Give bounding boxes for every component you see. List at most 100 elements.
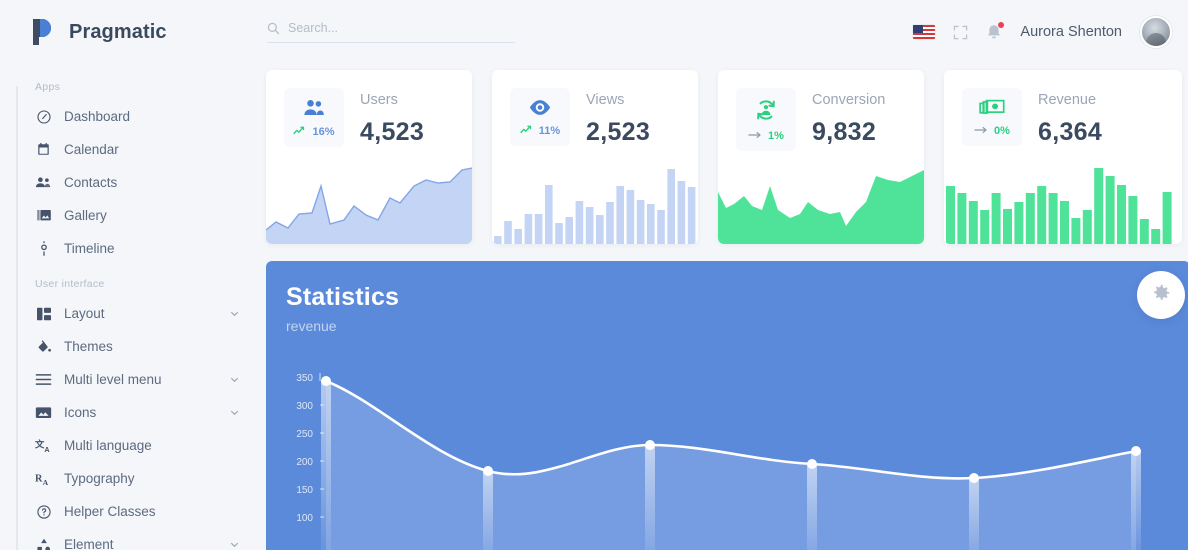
sidebar-item-label: Icons — [64, 405, 97, 420]
card-value: 4,523 — [360, 118, 425, 146]
sidebar-item-icons[interactable]: Icons — [0, 396, 262, 429]
sidebar-group-title-user-interface: User interface — [35, 278, 105, 290]
menu-lines-icon — [35, 371, 52, 388]
user-name[interactable]: Aurora Shenton — [1020, 24, 1122, 40]
sidebar-item-gallery[interactable]: Gallery — [0, 199, 262, 232]
svg-text:150: 150 — [296, 485, 313, 496]
paint-bucket-icon — [35, 338, 52, 355]
users-icon — [303, 99, 325, 117]
sidebar-item-label: Contacts — [64, 175, 118, 190]
card-head: 0% Revenue 6,364 — [944, 70, 1182, 147]
svg-text:A: A — [44, 444, 50, 453]
chevron-down-icon[interactable] — [229, 539, 240, 550]
sidebar-item-contacts[interactable]: Contacts — [0, 166, 262, 199]
card-head: 1% Conversion 9,832 — [718, 70, 924, 151]
chart-area-fill — [326, 381, 1136, 550]
sidebar-item-calendar[interactable]: Calendar — [0, 133, 262, 166]
stat-cards-row: 16% Users 4,523 11% Views 2,523 1% Conve… — [264, 64, 1188, 244]
bell-icon[interactable] — [986, 21, 1005, 41]
chevron-down-icon[interactable] — [229, 374, 240, 385]
sidebar-item-timeline[interactable]: Timeline — [0, 232, 262, 265]
avatar[interactable] — [1140, 16, 1172, 48]
typography-icon: R A — [35, 470, 52, 487]
notification-dot — [998, 21, 1005, 28]
sidebar-item-helper-classes[interactable]: Helper Classes — [0, 495, 262, 528]
stat-card-users[interactable]: 16% Users 4,523 — [266, 70, 472, 244]
arrow-right-icon — [748, 130, 762, 142]
svg-text:100: 100 — [296, 513, 313, 524]
element-icon — [35, 536, 52, 550]
search-input[interactable] — [288, 21, 488, 35]
svg-text:R: R — [35, 473, 43, 484]
sidebar-item-themes[interactable]: Themes — [0, 330, 262, 363]
topbar-actions: Aurora Shenton — [913, 16, 1172, 48]
card-badge: 11% — [510, 88, 570, 146]
card-delta-value: 11% — [538, 125, 561, 137]
search-icon — [267, 22, 280, 35]
card-title: Conversion — [812, 92, 886, 108]
conversion-icon — [754, 99, 778, 121]
sidebar-item-dashboard[interactable]: Dashboard — [0, 100, 262, 133]
arrow-right-icon — [974, 125, 988, 137]
card-badge: 1% — [736, 88, 796, 151]
sidebar-item-element[interactable]: Element — [0, 528, 262, 550]
chevron-down-icon[interactable] — [229, 308, 240, 319]
trend-up-icon — [293, 126, 306, 138]
gear-icon — [1150, 282, 1172, 309]
card-delta-value: 1% — [768, 130, 784, 142]
sidebar-item-label: Helper Classes — [64, 504, 156, 519]
y-axis: 350 300 250 200 150 100 — [296, 373, 324, 524]
card-head: 16% Users 4,523 — [266, 70, 472, 147]
question-circle-icon — [35, 503, 52, 520]
sidebar-item-layout[interactable]: Layout — [0, 297, 262, 330]
search-bar[interactable] — [267, 21, 515, 43]
contacts-icon — [35, 174, 52, 191]
svg-text:文: 文 — [35, 438, 45, 449]
statistics-subtitle: revenue — [286, 318, 337, 334]
card-title: Views — [586, 92, 625, 108]
image-icon — [35, 404, 52, 421]
us-flag-icon[interactable] — [913, 25, 936, 39]
app-root: Pragmatic Apps Dashboard Calendar Contac… — [0, 0, 1188, 550]
pragmatic-p-logo-icon — [30, 17, 56, 47]
svg-text:300: 300 — [296, 401, 313, 412]
money-icon — [979, 99, 1005, 116]
card-badge: 0% — [962, 88, 1022, 146]
sidebar-item-label: Multi level menu — [64, 372, 162, 387]
card-sparkline-area — [266, 158, 472, 244]
brand[interactable]: Pragmatic — [0, 0, 262, 64]
statistics-title: Statistics — [286, 283, 400, 311]
sidebar-item-multi-language[interactable]: 文 A Multi language — [0, 429, 262, 462]
card-delta: 11% — [520, 125, 560, 137]
translate-icon: 文 A — [35, 437, 52, 454]
sidebar-item-label: Timeline — [64, 241, 115, 256]
svg-text:200: 200 — [296, 457, 313, 468]
card-title: Revenue — [1038, 92, 1097, 108]
card-bar-chart — [492, 158, 698, 244]
card-delta-value: 16% — [312, 126, 335, 138]
card-value: 6,364 — [1038, 118, 1103, 146]
sidebar-item-label: Calendar — [64, 142, 119, 157]
card-badge: 16% — [284, 88, 344, 147]
sidebar-item-multi-level-menu[interactable]: Multi level menu — [0, 363, 262, 396]
gallery-icon — [35, 207, 52, 224]
timeline-icon — [35, 240, 52, 257]
calendar-icon — [35, 141, 52, 158]
eye-icon — [528, 99, 552, 116]
stat-card-views[interactable]: 11% Views 2,523 — [492, 70, 698, 244]
chevron-down-icon[interactable] — [229, 407, 240, 418]
sidebar-item-typography[interactable]: R A Typography — [0, 462, 262, 495]
stat-card-revenue[interactable]: 0% Revenue 6,364 — [944, 70, 1182, 244]
card-value: 9,832 — [812, 118, 877, 146]
fullscreen-icon[interactable] — [953, 25, 968, 40]
stat-card-conversion[interactable]: 1% Conversion 9,832 — [718, 70, 924, 244]
sidebar-item-label: Element — [64, 537, 114, 550]
settings-fab[interactable] — [1137, 271, 1185, 319]
card-sparkline-area — [718, 158, 924, 244]
sidebar-item-label: Layout — [64, 306, 105, 321]
sidebar-item-label: Typography — [64, 471, 135, 486]
card-meta: Conversion 9,832 — [812, 88, 885, 147]
card-delta: 0% — [974, 125, 1010, 137]
card-bar-chart — [944, 158, 1182, 244]
sidebar-item-label: Gallery — [64, 208, 107, 223]
